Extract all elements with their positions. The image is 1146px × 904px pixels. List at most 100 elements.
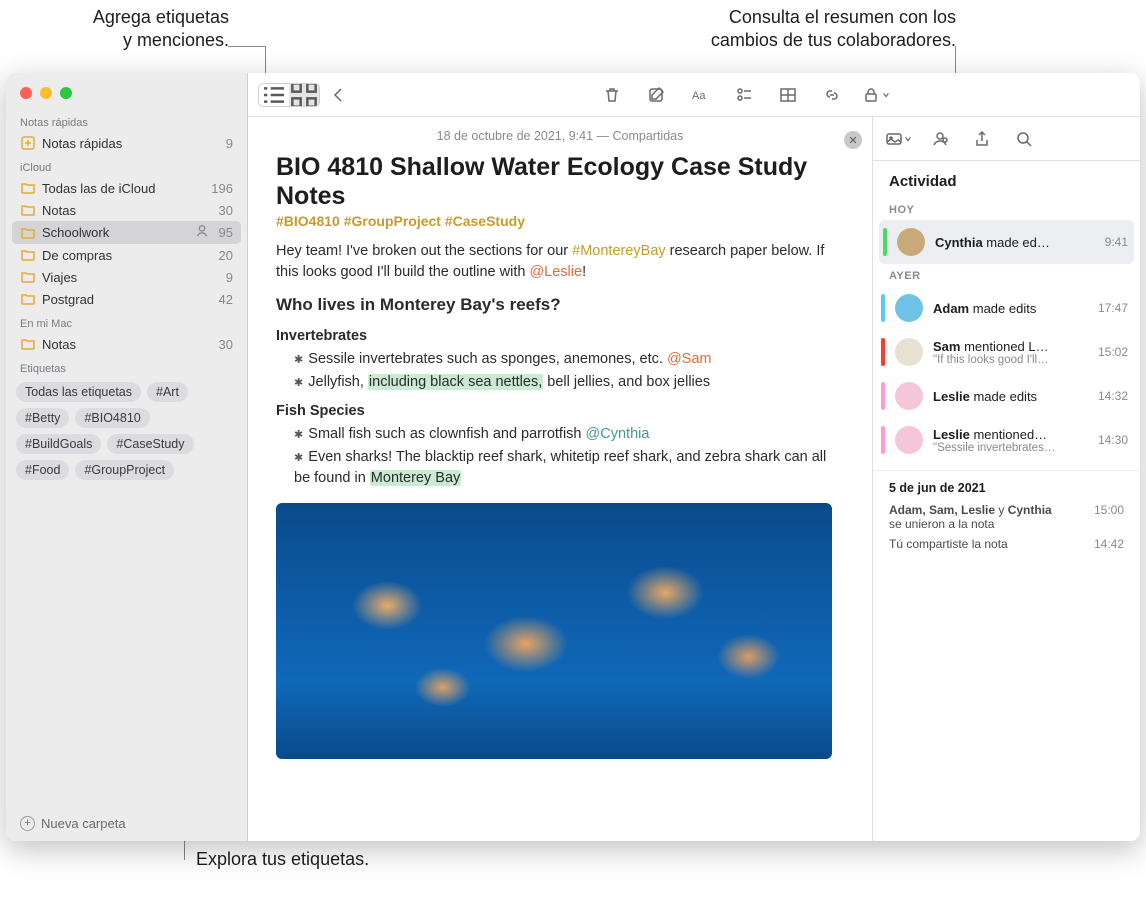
note-body: Hey team! I've broken out the sections f… [276,241,844,759]
sidebar-item-schoolwork[interactable]: Schoolwork95 [12,221,241,244]
tag-pill[interactable]: #GroupProject [75,460,174,480]
activity-time: 15:02 [1098,345,1128,359]
tag-pill[interactable]: #BuildGoals [16,434,101,454]
activity-item[interactable]: Cynthia made ed… 9:41 [879,220,1134,264]
activity-subtext: "If this looks good I'll… [933,354,1088,366]
activity-color-bar [881,338,885,366]
highlight-text: including black sea nettles, [368,374,543,390]
close-button[interactable] [20,87,32,99]
tag-pill[interactable]: #CaseStudy [107,434,193,454]
folder-icon [20,225,36,241]
sidebar-item-label: Notas [42,337,213,352]
tag-pill[interactable]: #Art [147,382,188,402]
share-button[interactable] [967,126,997,152]
delete-button[interactable] [597,82,627,108]
tag-pill[interactable]: #BIO4810 [75,408,149,428]
activity-panel: Actividad HOY Cynthia made ed…9:41 AYER … [872,117,1140,841]
collaborate-button[interactable] [925,126,955,152]
sidebar-item-label: Notas [42,203,213,218]
new-note-button[interactable] [641,82,671,108]
activity-color-bar [883,228,887,256]
sidebar-item-count: 30 [219,337,233,352]
svg-text:Aa: Aa [692,90,706,102]
mention-cynthia[interactable]: @Cynthia [586,426,650,442]
sidebar-section-quicknotes: Notas rápidas [6,109,247,132]
sidebar-item-quicknotes[interactable]: Notas rápidas 9 [6,132,247,154]
activity-item[interactable]: Sam mentioned L…"If this looks good I'll… [873,330,1140,374]
sidebar-item-todas-las-de-icloud[interactable]: Todas las de iCloud196 [6,177,247,199]
list-view-button[interactable] [259,84,289,106]
sidebar-item-de-compras[interactable]: De compras 20 [6,244,247,266]
activity-text: Cynthia made ed… [935,235,1095,250]
table-button[interactable] [773,82,803,108]
checklist-button[interactable] [729,82,759,108]
folder-icon [20,336,36,352]
format-button[interactable]: Aa [685,82,715,108]
activity-subtext: "Sessile invertebrates… [933,442,1088,454]
maximize-button[interactable] [60,87,72,99]
sidebar-item-mac-notes[interactable]: Notas 30 [6,333,247,355]
main-pane: Aa ✕ 18 de octubre de 2021, 9:41 — Compa… [248,73,1140,841]
sidebar-item-count: 20 [219,248,233,263]
note-attached-image[interactable] [276,503,832,759]
activity-join-text: Adam, Sam, Leslie y Cynthia se unieron a… [889,503,1094,531]
activity-item[interactable]: Adam made edits17:47 [873,286,1140,330]
activity-color-bar [881,426,885,454]
tag-cloud: Todas las etiquetas #Art #Betty #BIO4810 #Bu… [6,378,247,484]
sidebar-item-count: 196 [211,181,233,196]
link-button[interactable] [817,82,847,108]
sidebar-item-count: 95 [219,225,233,240]
sidebar-item-count: 9 [226,136,233,151]
sidebar-item-postgrad[interactable]: Postgrad42 [6,288,247,310]
window-controls [6,73,247,109]
back-button[interactable] [324,82,354,108]
highlight-text: Monterey Bay [370,470,461,486]
shared-icon [195,224,209,241]
note-text: Small fish such as clownfish and parrotf… [308,426,585,442]
activity-section-yesterday: AYER [873,264,1140,286]
note-content-pane[interactable]: ✕ 18 de octubre de 2021, 9:41 — Comparti… [248,117,872,841]
tag-pill[interactable]: Todas las etiquetas [16,382,141,402]
mention-sam[interactable]: @Sam [667,351,712,367]
minimize-button[interactable] [40,87,52,99]
sidebar-item-notas[interactable]: Notas 30 [6,199,247,221]
activity-time: 14:30 [1098,433,1128,447]
folder-icon [20,202,36,218]
mention-leslie[interactable]: @Leslie [529,264,582,280]
note-text: ! [582,264,586,280]
new-folder-label: Nueva carpeta [41,816,126,831]
sidebar-item-count: 30 [219,203,233,218]
note-text: Jellyfish, [308,374,368,390]
hashtag-montereybay[interactable]: #MontereyBay [572,243,666,259]
activity-item[interactable]: Leslie mentioned…"Sessile invertebrates…… [873,418,1140,462]
activity-time: 17:47 [1098,301,1128,315]
search-button[interactable] [1009,126,1039,152]
grid-view-button[interactable] [289,84,319,106]
activity-time: 14:42 [1094,537,1124,551]
tag-pill[interactable]: #Food [16,460,69,480]
sidebar-item-label: Postgrad [42,292,213,307]
new-folder-button[interactable]: + Nueva carpeta [6,805,247,841]
avatar [895,294,923,322]
sidebar-item-viajes[interactable]: Viajes9 [6,266,247,288]
note-heading-reef: Who lives in Monterey Bay's reefs? [276,293,844,318]
activity-section-today: HOY [873,198,1140,220]
lock-button[interactable] [861,82,891,108]
media-button[interactable] [883,126,913,152]
sidebar-section-tags: Etiquetas [6,355,247,378]
activity-text: Leslie made edits [933,389,1088,404]
activity-time: 14:32 [1098,389,1128,403]
tag-pill[interactable]: #Betty [16,408,69,428]
activity-share-text: Tú compartiste la nota [889,537,1094,551]
activity-color-bar [881,294,885,322]
close-activity-button[interactable]: ✕ [844,131,862,149]
sidebar: Notas rápidas Notas rápidas 9 iCloud Tod… [6,73,248,841]
activity-item[interactable]: Leslie made edits 14:32 [873,374,1140,418]
activity-time: 9:41 [1105,235,1128,249]
avatar [897,228,925,256]
activity-date-block: 5 de jun de 2021 Adam, Sam, Leslie y Cyn… [873,470,1140,567]
callout-explore-tags: Explora tus etiquetas. [196,848,369,871]
sidebar-item-label: De compras [42,248,213,263]
note-title: BIO 4810 Shallow Water Ecology Case Stud… [276,153,844,211]
sidebar-section-mac: En mi Mac [6,310,247,333]
